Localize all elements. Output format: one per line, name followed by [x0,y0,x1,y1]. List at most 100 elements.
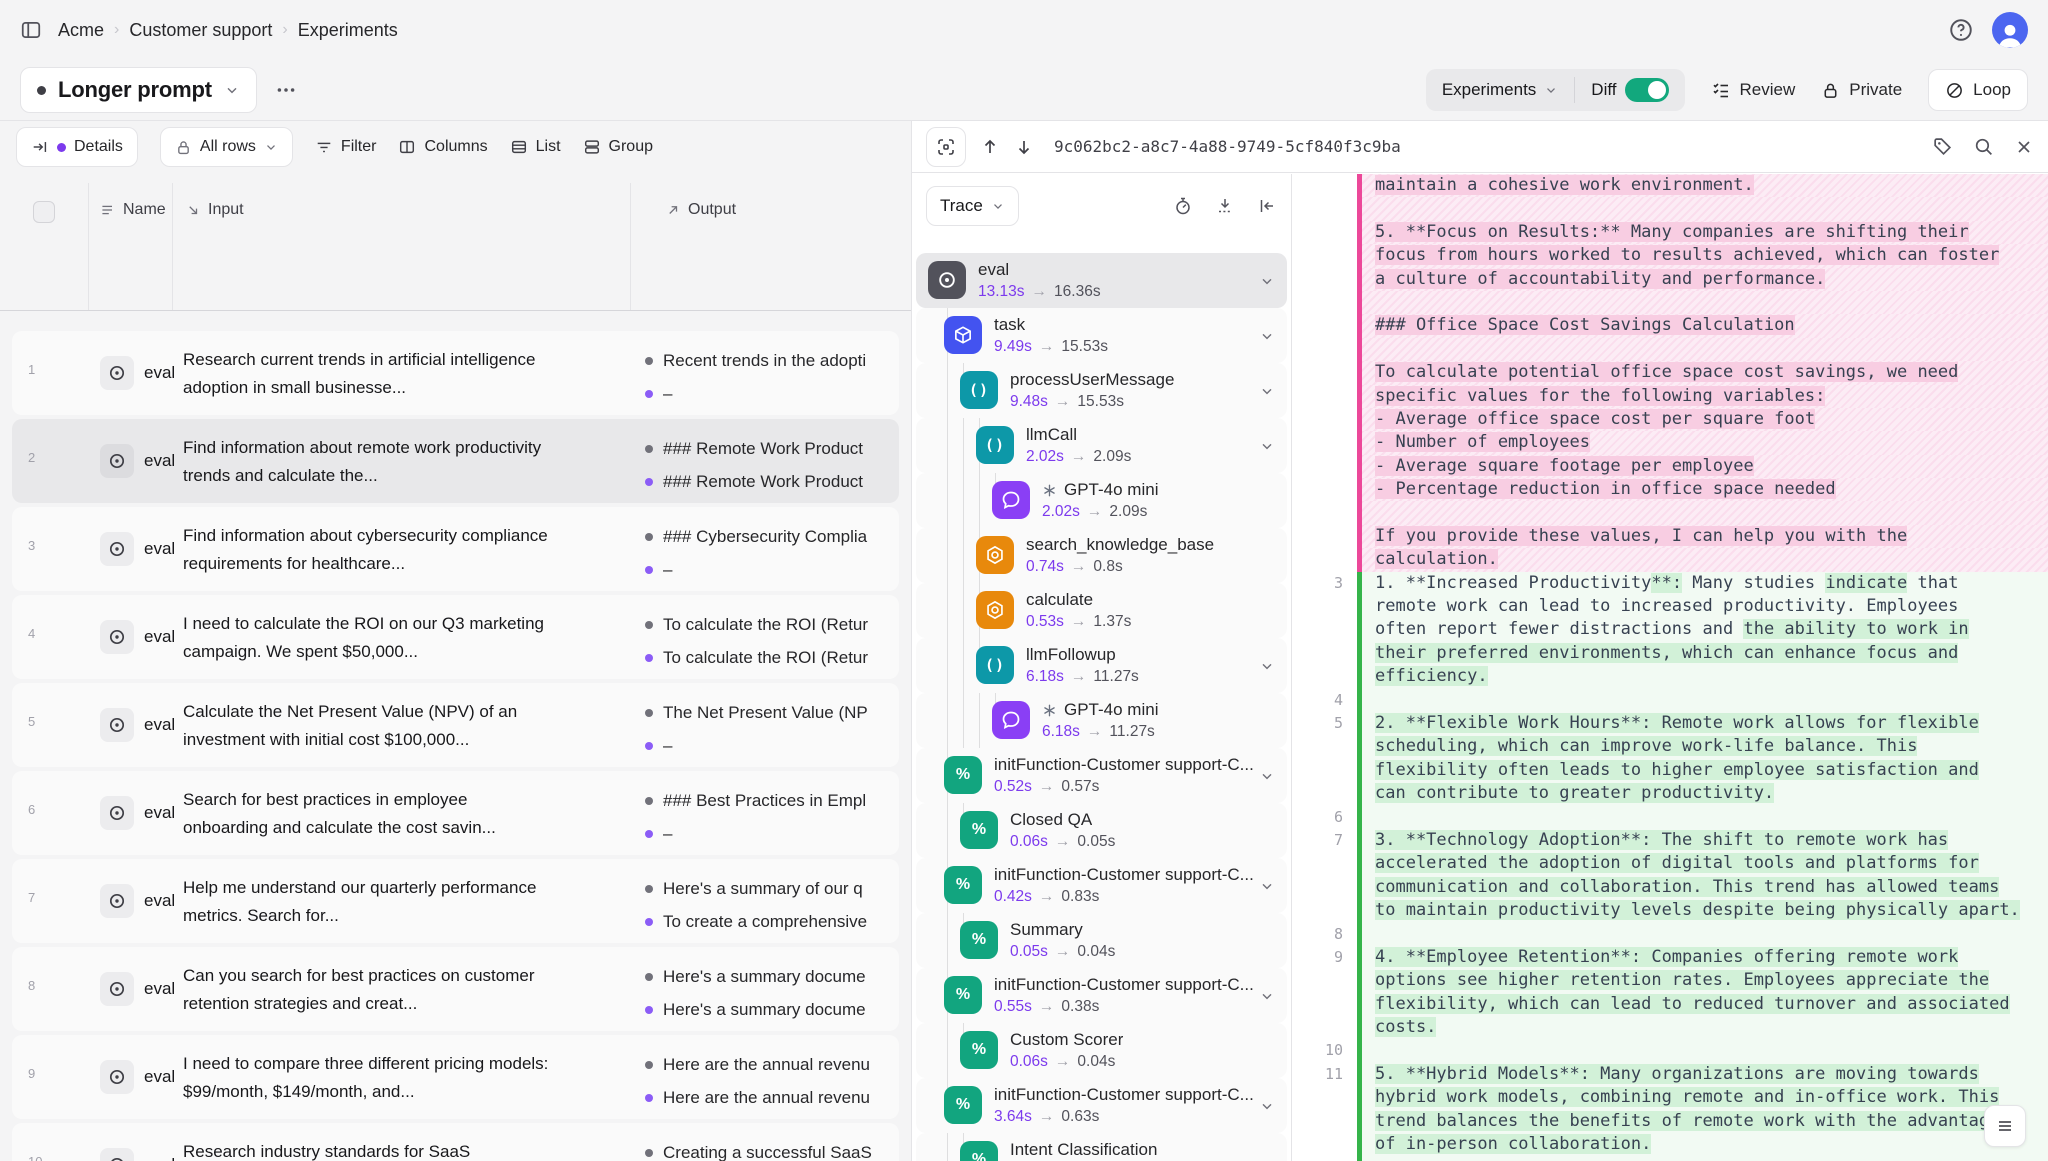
rows-filter-button[interactable]: All rows [160,127,293,167]
group-button[interactable]: Group [583,138,653,156]
experiment-selector-button[interactable]: Longer prompt [20,67,257,113]
trace-tree-node[interactable]: %initFunction-Customer support-C...0.55s… [916,968,1287,1023]
experiments-view-selector[interactable]: Experiments [1426,69,1574,111]
more-options-button[interactable] [275,79,297,101]
trace-tree-node[interactable]: %Closed QA0.06s→0.05s [916,803,1287,858]
private-button[interactable]: Private [1821,80,1902,100]
table-row[interactable]: 2evalFind information about remote work … [12,419,899,503]
column-header-name[interactable]: Name [100,201,166,219]
table-row[interactable]: 7evalHelp me understand our quarterly pe… [12,859,899,943]
diff-line-number [1293,1016,1357,1039]
trace-tree-node[interactable]: task9.49s→15.53s [916,308,1287,363]
diff-added-line: to maintain productivity levels despite … [1293,899,2048,922]
diff-removed-line [1293,501,2048,524]
collapse-panel-icon[interactable] [1257,196,1277,216]
table-row[interactable]: 3evalFind information about cybersecurit… [12,507,899,591]
tag-icon[interactable] [1932,136,1953,157]
filter-button[interactable]: Filter [315,138,377,156]
trace-tree-node[interactable]: eval13.13s→16.36s [916,253,1287,308]
arrow-right-icon: → [1032,338,1062,355]
details-button[interactable]: Details [16,127,138,167]
table-row[interactable]: 8evalCan you search for best practices o… [12,947,899,1031]
chevron-down-icon[interactable] [1259,878,1275,894]
span-durations: 2.02s→2.09s [1026,448,1131,466]
row-number: 2 [28,450,35,465]
search-icon[interactable] [1973,136,1994,157]
trace-tree-node[interactable]: GPT-4o mini2.02s→2.09s [916,473,1287,528]
chevron-down-icon[interactable] [1259,438,1275,454]
chevron-down-icon[interactable] [1259,768,1275,784]
sidebar-toggle-icon[interactable] [20,19,42,41]
row-output: Here are the annual revenuHere are the a… [645,1055,895,1108]
trace-view-selector[interactable]: Trace [926,186,1019,226]
diff-toggle[interactable] [1625,78,1669,102]
select-all-checkbox[interactable] [33,201,55,223]
chevron-down-icon[interactable] [1259,1098,1275,1114]
span-label-row: task [994,315,1025,335]
trace-tree-node[interactable]: ()llmFollowup6.18s→11.27s [916,638,1287,693]
diff-added-line: accelerated the adoption of digital tool… [1293,852,2048,875]
columns-button[interactable]: Columns [398,138,487,156]
trace-tree-node[interactable]: %Custom Scorer0.06s→0.04s [916,1023,1287,1078]
diff-line-text: maintain a cohesive work environment. [1357,174,2048,197]
chevron-down-icon[interactable] [1259,328,1275,344]
chevron-down-icon[interactable] [1259,988,1275,1004]
review-button[interactable]: Review [1711,80,1796,100]
breadcrumb-item[interactable]: Customer support [129,20,272,41]
trace-tree-node[interactable]: %initFunction-Customer support-C...0.42s… [916,858,1287,913]
trace-tree-node[interactable]: %Intent Classification [916,1133,1287,1161]
openai-logo-icon [1042,483,1057,498]
comparison-output-dot [645,654,653,662]
table-row[interactable]: 4evalI need to calculate the ROI on our … [12,595,899,679]
arrow-right-icon: → [1032,778,1062,795]
output-text: – [663,736,672,756]
arrow-right-icon: → [1064,668,1094,685]
collapse-all-icon[interactable] [1215,196,1235,216]
trace-tree-node[interactable]: %Summary0.05s→0.04s [916,913,1287,968]
trace-tree-node[interactable]: ()processUserMessage9.48s→15.53s [916,363,1287,418]
duration-base: 13.13s [978,283,1025,300]
chevron-down-icon[interactable] [1259,658,1275,674]
diff-line-number: 11 [1293,1063,1357,1086]
output-diff-view: maintain a cohesive work environment.5. … [1293,174,2048,1161]
chevron-down-icon[interactable] [1259,273,1275,289]
diff-added-line: trend balances the benefits of remote wo… [1293,1110,2048,1133]
view-segmented-control: Experiments Diff [1426,69,1685,111]
diff-line-text: 2. **Flexible Work Hours**: Remote work … [1357,712,2048,735]
breadcrumb-item[interactable]: Experiments [298,20,398,41]
expand-trace-button[interactable] [926,127,966,167]
previous-row-button[interactable] [980,137,1000,157]
list-button[interactable]: List [510,138,561,156]
table-row[interactable]: 9evalI need to compare three different p… [12,1035,899,1119]
tree-guide-line [979,473,980,528]
loop-button[interactable]: Loop [1928,69,2028,111]
trace-tree-node[interactable]: GPT-4o mini6.18s→11.27s [916,693,1287,748]
span-name: Intent Classification [1010,1140,1157,1160]
next-row-button[interactable] [1014,137,1034,157]
trace-tree-node[interactable]: %initFunction-Customer support-C...0.52s… [916,748,1287,803]
diff-line-text [1357,689,2048,712]
trace-tree-node[interactable]: ()llmCall2.02s→2.09s [916,418,1287,473]
diff-line-number [1293,1086,1357,1109]
duration-comparison: 0.63s [1061,1108,1099,1125]
trace-tree-node[interactable]: calculate0.53s→1.37s [916,583,1287,638]
span-durations: 6.18s→11.27s [1026,668,1139,686]
raw-view-button[interactable] [1984,1105,2026,1147]
chevron-down-icon[interactable] [1259,383,1275,399]
column-header-input[interactable]: Input [186,201,244,219]
tree-guide-line [963,418,964,473]
trace-tree-node[interactable]: %initFunction-Customer support-C...3.64s… [916,1078,1287,1133]
close-icon[interactable] [2014,137,2034,157]
table-row[interactable]: 6evalSearch for best practices in employ… [12,771,899,855]
timing-icon[interactable] [1173,196,1193,216]
breadcrumb-item[interactable]: Acme [58,20,104,41]
table-row[interactable]: 1evalResearch current trends in artifici… [12,331,899,415]
trace-tree-node[interactable]: search_knowledge_base0.74s→0.8s [916,528,1287,583]
column-header-output[interactable]: Output [666,201,736,219]
table-row[interactable]: 10evalResearch industry standards for Sa… [12,1123,899,1161]
duration-comparison: 0.57s [1061,778,1099,795]
output-line: ### Best Practices in Empl [645,791,895,811]
table-row[interactable]: 5evalCalculate the Net Present Value (NP… [12,683,899,767]
avatar[interactable] [1992,12,2028,48]
help-icon[interactable] [1948,17,1974,43]
